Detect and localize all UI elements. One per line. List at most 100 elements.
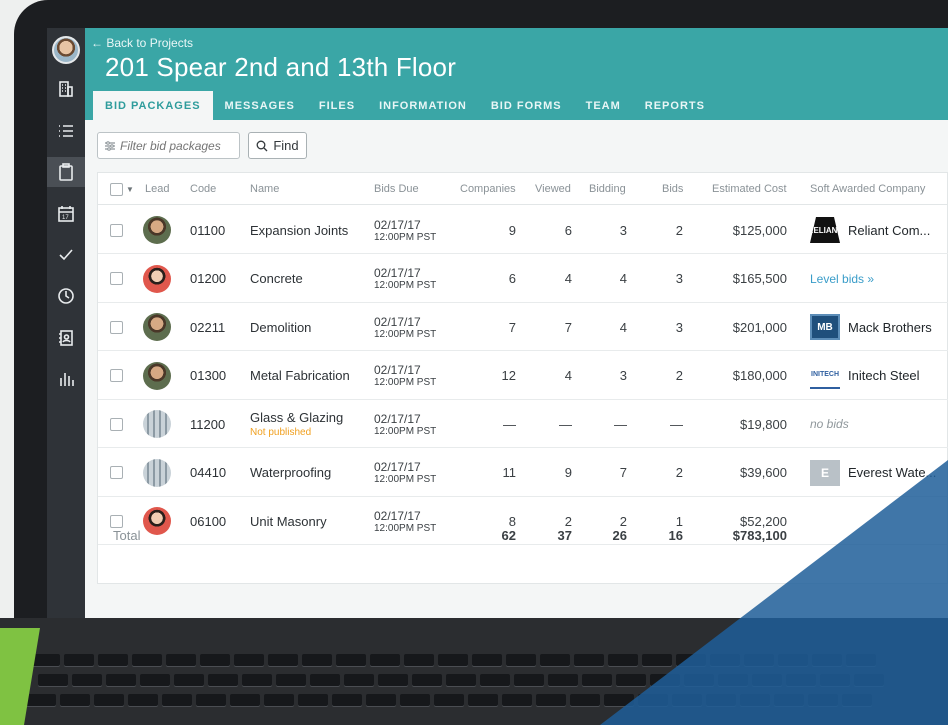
viewed-count: 6 — [564, 222, 572, 238]
col-header-name[interactable]: Name — [250, 183, 279, 195]
row-checkbox[interactable] — [110, 352, 123, 400]
viewed-count: 7 — [564, 319, 572, 335]
col-header-bids[interactable]: Bids — [662, 183, 683, 195]
tab-bar: BID PACKAGES MESSAGES FILES INFORMATION … — [93, 91, 717, 120]
company-logo: RELIANT — [810, 217, 840, 243]
row-checkbox[interactable] — [110, 400, 123, 448]
tab-team[interactable]: TEAM — [574, 91, 633, 120]
package-code: 04410 — [190, 465, 227, 480]
total-viewed: 37 — [557, 527, 572, 543]
awarded-company-empty: no bids — [810, 417, 849, 431]
col-header-bidding[interactable]: Bidding — [589, 183, 626, 195]
bids-count: 3 — [675, 319, 683, 335]
tab-information[interactable]: INFORMATION — [367, 91, 479, 120]
total-estimated-cost: $783,100 — [732, 527, 787, 543]
filter-input[interactable] — [120, 138, 238, 153]
table-row[interactable]: 01300 Metal Fabrication 02/17/17 12:00PM… — [98, 352, 948, 400]
bidding-count: 3 — [619, 222, 627, 238]
package-name[interactable]: Demolition — [250, 320, 311, 335]
package-code: 02211 — [190, 319, 226, 335]
calendar-icon[interactable]: 17 — [47, 199, 85, 229]
col-header-companies[interactable]: Companies — [460, 183, 516, 195]
package-name[interactable]: Metal Fabrication — [250, 368, 350, 383]
bidding-count: 7 — [619, 465, 627, 480]
total-bidding: 26 — [612, 527, 627, 543]
building-icon[interactable] — [47, 74, 85, 104]
user-avatar[interactable] — [52, 36, 80, 64]
lead-avatar — [143, 449, 171, 497]
awarded-company-name[interactable]: Mack Brothers — [848, 320, 932, 335]
col-header-viewed[interactable]: Viewed — [535, 183, 571, 195]
awarded-company-name[interactable]: Everest Wate... — [848, 465, 936, 480]
package-name-cell[interactable]: Expansion Joints — [250, 206, 348, 254]
tab-bid-packages[interactable]: BID PACKAGES — [93, 91, 213, 120]
row-checkbox[interactable] — [110, 303, 123, 351]
company-logo: MB — [810, 314, 840, 340]
package-code: 01100 — [190, 222, 226, 238]
viewed-count: 4 — [564, 271, 572, 286]
contacts-icon[interactable] — [47, 323, 85, 353]
soft-awarded-company: INITECH Initech Steel — [810, 352, 920, 400]
table-row[interactable]: 02211 Demolition 02/17/17 12:00PM PST 7 … — [98, 303, 948, 351]
col-header-bids-due[interactable]: Bids Due — [374, 183, 419, 195]
chevron-down-icon[interactable]: ▼ — [126, 185, 134, 194]
bar-chart-icon[interactable] — [47, 364, 85, 394]
table-row[interactable]: 11200 Glass & Glazing Not published 02/1… — [98, 400, 948, 448]
clock-icon[interactable] — [47, 281, 85, 311]
awarded-company-name[interactable]: Reliant Com... — [848, 223, 930, 238]
due-time: 12:00PM PST — [374, 328, 437, 340]
estimated-cost: $39,600 — [740, 465, 787, 480]
companies-count: 6 — [508, 271, 516, 286]
table-row[interactable]: 01200 Concrete 02/17/17 12:00PM PST 6 4 … — [98, 255, 948, 303]
package-name[interactable]: Glass & Glazing — [250, 410, 343, 425]
package-name[interactable]: Expansion Joints — [250, 223, 348, 238]
main-content: Find ▼ Lead Code Name Bids Due Companies… — [85, 120, 948, 618]
package-name-cell[interactable]: Demolition — [250, 303, 311, 351]
bids-due: 02/17/17 12:00PM PST — [374, 255, 436, 303]
back-to-projects-link[interactable]: ← Back to Projects — [91, 36, 193, 50]
list-icon[interactable] — [47, 116, 85, 146]
tab-files[interactable]: FILES — [307, 91, 367, 120]
table-row[interactable]: 01100 Expansion Joints 02/17/17 12:00PM … — [98, 206, 948, 254]
viewed-count: — — [559, 416, 572, 432]
companies-count: 9 — [508, 222, 516, 238]
checkmark-icon[interactable] — [47, 240, 85, 270]
package-name[interactable]: Waterproofing — [250, 465, 331, 480]
tab-bid-forms[interactable]: BID FORMS — [479, 91, 574, 120]
table-row[interactable]: 04410 Waterproofing 02/17/17 12:00PM PST… — [98, 449, 948, 497]
tab-messages[interactable]: MESSAGES — [213, 91, 307, 120]
level-bids-link[interactable]: Level bids » — [810, 272, 874, 286]
package-name-cell[interactable]: Waterproofing — [250, 449, 331, 497]
project-header: ← Back to Projects 201 Spear 2nd and 13t… — [85, 28, 948, 120]
col-header-code[interactable]: Code — [190, 183, 216, 195]
companies-count: 12 — [501, 368, 516, 383]
bids-due: 02/17/17 12:00PM PST — [374, 400, 436, 448]
bids-count: 2 — [675, 465, 683, 480]
package-name-cell[interactable]: Concrete — [250, 255, 303, 303]
package-name[interactable]: Concrete — [250, 271, 303, 286]
package-name-cell[interactable]: Metal Fabrication — [250, 352, 350, 400]
col-header-estimated-cost[interactable]: Estimated Cost — [712, 183, 787, 195]
find-button[interactable]: Find — [248, 132, 307, 159]
companies-count: 7 — [508, 319, 516, 335]
filter-field[interactable] — [97, 132, 240, 159]
due-time: 12:00PM PST — [374, 474, 437, 485]
col-header-lead[interactable]: Lead — [145, 183, 169, 195]
filter-icon — [105, 140, 115, 151]
row-checkbox[interactable] — [110, 449, 123, 497]
due-date: 02/17/17 — [374, 363, 421, 377]
screen: 17 ← Back to Projects 201 Spear 2nd and … — [47, 28, 948, 618]
bids-count: 2 — [675, 368, 683, 383]
clipboard-icon[interactable] — [47, 157, 85, 187]
awarded-company-name[interactable]: Initech Steel — [848, 368, 920, 383]
tab-reports[interactable]: REPORTS — [633, 91, 717, 120]
col-header-soft-awarded[interactable]: Soft Awarded Company — [810, 183, 925, 195]
company-logo: INITECH — [810, 363, 840, 389]
select-all-checkbox[interactable]: ▼ — [110, 173, 134, 205]
package-name-cell[interactable]: Glass & Glazing Not published — [250, 400, 343, 448]
row-checkbox[interactable] — [110, 206, 123, 254]
due-time: 12:00PM PST — [374, 280, 437, 291]
svg-text:17: 17 — [62, 215, 69, 221]
row-checkbox[interactable] — [110, 255, 123, 303]
companies-count: 11 — [502, 465, 517, 480]
